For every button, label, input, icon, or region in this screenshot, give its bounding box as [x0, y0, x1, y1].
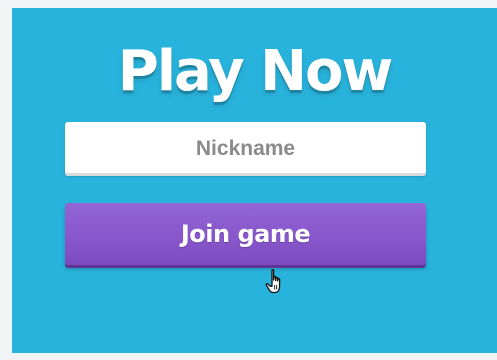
play-now-panel: Play Now Join game [12, 8, 497, 353]
page-title: Play Now [117, 39, 393, 104]
hand-pointer-icon [265, 269, 281, 294]
join-game-button[interactable]: Join game [65, 203, 426, 265]
screen-frame: Play Now Join game [0, 0, 497, 360]
nickname-input[interactable] [65, 122, 426, 176]
